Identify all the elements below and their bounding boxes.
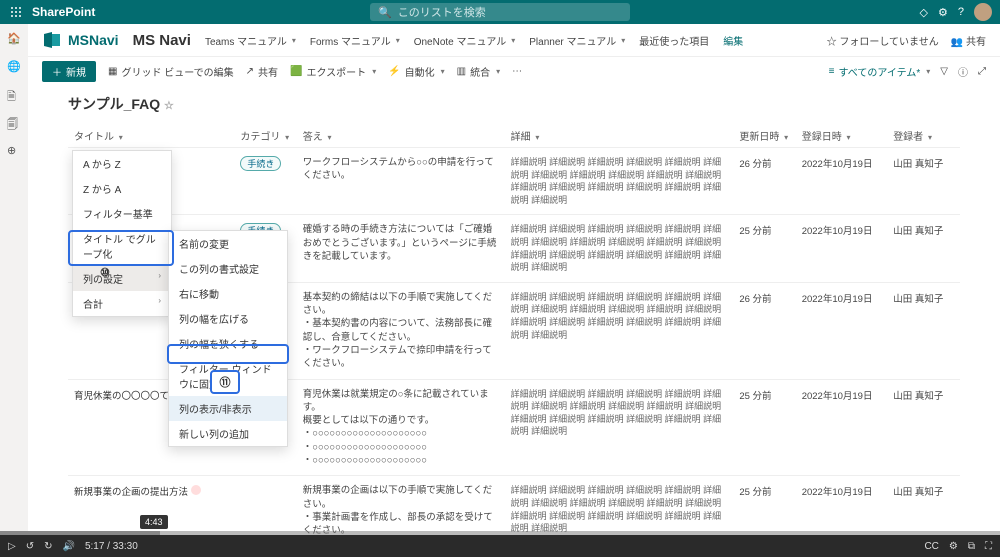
integrate-button[interactable]: ▥ 統合 ▾ [457,64,500,79]
info-icon[interactable]: ⓘ [958,64,968,79]
files-icon[interactable]: 🗎 [7,88,21,102]
home-icon[interactable]: 🏠 [7,32,21,46]
share-site-button[interactable]: 👥 共有 [951,33,986,48]
cc-icon[interactable]: CC [924,541,938,552]
nav-recent[interactable]: 最近使った項目 [639,33,709,48]
share-button[interactable]: ↗ 共有 [246,64,278,79]
submenu-add-column[interactable]: 新しい列の追加 [169,421,287,446]
user-avatar[interactable] [974,3,992,21]
command-bar: ＋ 新規 ▦ グリッド ビューでの編集 ↗ 共有 🟩 エクスポート ▾ ⚡ 自動… [28,57,1000,86]
app-launcher-icon[interactable] [8,4,24,20]
column-menu: A から Z Z から A フィルター基準 タイトル でグループ化 列の設定› … [72,150,172,317]
col-updated[interactable]: 更新日時 ▾ [733,124,795,148]
view-selector[interactable]: ≡ すべてのアイテム* ▾ [829,64,931,79]
nav-onenote[interactable]: OneNote マニュアル▾ [414,33,516,48]
seek-tooltip: 4:43 [140,515,168,529]
menu-group-by[interactable]: タイトル でグループ化 [73,226,171,266]
rewind-icon[interactable]: ↺ [26,541,34,552]
col-registered[interactable]: 登録日時 ▾ [796,124,887,148]
filter-icon[interactable]: ▽ [940,66,948,77]
export-button[interactable]: 🟩 エクスポート ▾ [290,64,376,79]
pip-icon[interactable]: ⧉ [968,541,975,552]
submenu-format[interactable]: この列の書式設定 [169,256,287,281]
more-button[interactable]: ⋯ [512,66,522,77]
nav-planner[interactable]: Planner マニュアル▾ [529,33,625,48]
help-icon[interactable]: ? [958,6,964,18]
site-header: MSNavi MS Navi Teams マニュアル▾ Forms マニュアル▾… [28,24,1000,57]
nav-edit[interactable]: 編集 [723,33,743,48]
suite-search-box[interactable]: 🔍 このリストを検索 [370,3,630,21]
create-icon[interactable]: ⊕ [7,144,21,158]
annotation-number-10: ⑩ [100,266,110,279]
submenu-show-hide-columns[interactable]: 列の表示/非表示 [169,396,287,421]
grid-edit-button[interactable]: ▦ グリッド ビューでの編集 [108,64,234,79]
new-button[interactable]: ＋ 新規 [42,61,96,82]
follow-button[interactable]: ☆ フォローしていません [827,33,939,48]
col-category[interactable]: カテゴリ ▾ [234,124,296,148]
submenu-move-right[interactable]: 右に移動 [169,281,287,306]
menu-sort-za[interactable]: Z から A [73,176,171,201]
nav-forms[interactable]: Forms マニュアル▾ [310,33,400,48]
automate-button[interactable]: ⚡ 自動化 ▾ [388,64,444,79]
submenu-narrow[interactable]: 列の幅を狭くする [169,331,287,356]
forward-icon[interactable]: ↻ [44,541,52,552]
list-title: サンプル_FAQ ☆ [68,94,960,114]
volume-icon[interactable]: 🔊 [62,541,74,552]
app-rail: 🏠 🌐 🗎 🗐 ⊕ [0,24,28,535]
search-placeholder: このリストを検索 [398,4,486,20]
expand-icon[interactable]: ⤢ [978,66,986,77]
premium-icon[interactable]: ◇ [920,6,928,19]
favorite-icon[interactable]: ☆ [164,100,174,112]
menu-column-settings[interactable]: 列の設定› [73,266,171,291]
col-answer[interactable]: 答え ▾ [297,124,505,148]
category-pill: 手続き [240,156,281,171]
table-row[interactable]: ださい。 手続き ワークフローシステムから○○の申請を行ってください。 詳細説明… [68,148,960,215]
site-logo[interactable]: MSNavi [42,30,119,50]
site-name[interactable]: MS Navi [133,32,191,49]
suite-app-name[interactable]: SharePoint [32,5,95,19]
search-icon: 🔍 [378,6,392,19]
suite-bar: SharePoint 🔍 このリストを検索 ◇ ⚙ ? [0,0,1000,24]
top-nav: Teams マニュアル▾ Forms マニュアル▾ OneNote マニュアル▾… [205,33,743,48]
submenu-rename[interactable]: 名前の変更 [169,231,287,256]
video-time: 5:17 / 33:30 [85,541,138,552]
globe-icon[interactable]: 🌐 [7,60,21,74]
table-row[interactable]: 新規事業の企画の提出方法 新規事業の企画は以下の手順で実施してください。 ・事業… [68,476,960,535]
menu-sort-az[interactable]: A から Z [73,151,171,176]
nav-teams[interactable]: Teams マニュアル▾ [205,33,296,48]
annotation-number-11: ⑪ [210,370,240,394]
col-author[interactable]: 登録者 ▾ [887,124,960,148]
fullscreen-icon[interactable]: ⛶ [985,541,992,552]
settings-icon[interactable]: ⚙ [938,6,948,19]
video-player-bar: ▷ ↺ ↻ 🔊 5:17 / 33:30 CC ⚙ ⧉ ⛶ [0,535,1000,557]
menu-filter-by[interactable]: フィルター基準 [73,201,171,226]
submenu-widen[interactable]: 列の幅を広げる [169,306,287,331]
col-title[interactable]: タイトル ▾ [68,124,234,148]
column-settings-submenu: 名前の変更 この列の書式設定 右に移動 列の幅を広げる 列の幅を狭くする フィル… [168,230,288,447]
col-detail[interactable]: 詳細 ▾ [505,124,734,148]
status-badge-icon [191,485,201,495]
play-icon[interactable]: ▷ [8,541,16,552]
settings-player-icon[interactable]: ⚙ [949,541,958,552]
menu-totals[interactable]: 合計› [73,291,171,316]
news-icon[interactable]: 🗐 [7,116,21,130]
